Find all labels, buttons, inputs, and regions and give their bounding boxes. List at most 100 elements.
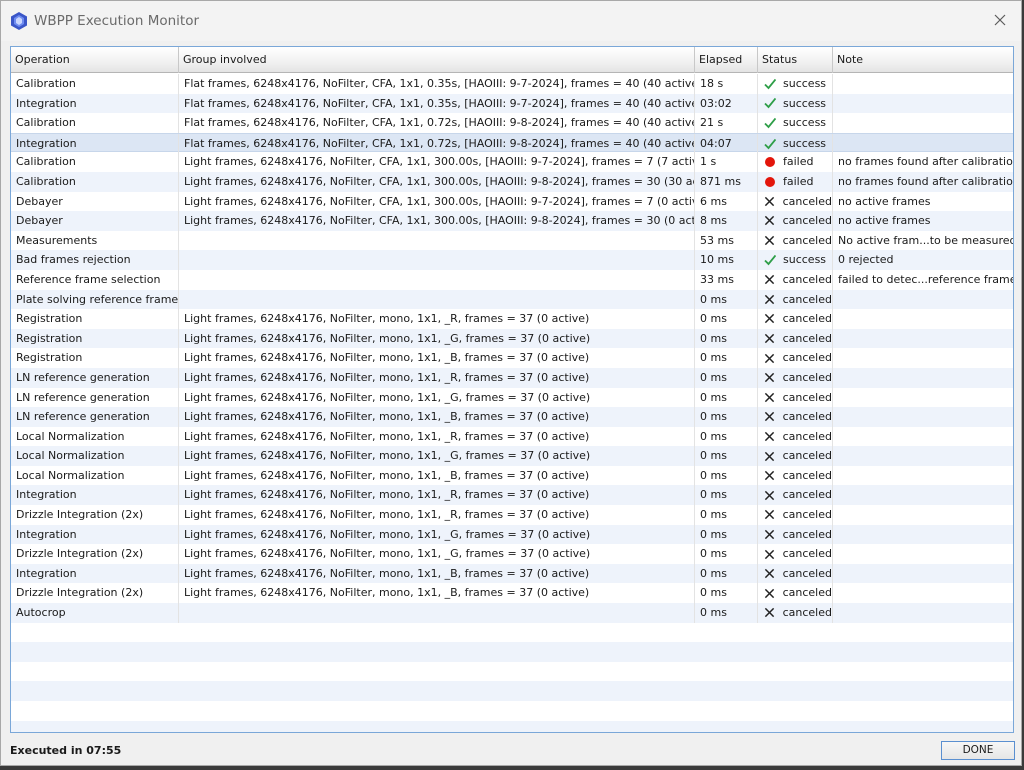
status-label: canceled [782, 370, 832, 384]
elapsed-cell: 0 ms [695, 583, 758, 604]
table-row[interactable]: Debayer Light frames, 6248x4176, NoFilter… [11, 211, 1013, 231]
x-icon [764, 470, 776, 482]
table-row[interactable]: Drizzle Integration (2x) Light frames, 62… [11, 583, 1013, 604]
operation-cell: Debayer [11, 211, 179, 231]
header-note[interactable]: Note [833, 47, 1013, 73]
note-cell: no frames found after calibration [833, 152, 1013, 172]
status-label: canceled [782, 586, 832, 600]
operation-cell: LN reference generation [11, 407, 179, 427]
operation-cell: Calibration [11, 152, 179, 172]
x-icon [764, 587, 776, 599]
status-cell: success [758, 133, 833, 154]
status-cell: canceled [758, 211, 833, 231]
operations-table[interactable]: Operation Group involved Elapsed Status … [10, 46, 1014, 733]
table-row[interactable]: Integration Flat frames, 6248x4176, NoFil… [11, 132, 1013, 154]
note-cell [833, 525, 1013, 545]
table-row[interactable]: Debayer Light frames, 6248x4176, NoFilter… [11, 191, 1013, 212]
empty-row [11, 701, 1013, 721]
status-cell: canceled [758, 367, 833, 388]
table-row[interactable]: Plate solving reference frames 0 ms cancel… [11, 289, 1013, 310]
empty-row [11, 642, 1013, 662]
table-row[interactable]: Registration Light frames, 6248x4176, NoF… [11, 328, 1013, 349]
table-row[interactable]: Integration Light frames, 6248x4176, NoFi… [11, 524, 1013, 545]
group-cell: Flat frames, 6248x4176, NoFilter, CFA, 1… [179, 74, 695, 94]
operation-cell: Bad frames rejection [11, 250, 179, 270]
elapsed-cell: 0 ms [695, 505, 758, 525]
note-cell [833, 329, 1013, 349]
table-row[interactable]: LN reference generation Light frames, 624… [11, 367, 1013, 388]
status-label: failed [783, 174, 814, 188]
table-row[interactable]: Registration Light frames, 6248x4176, NoF… [11, 348, 1013, 368]
elapsed-cell: 18 s [695, 74, 758, 94]
table-row[interactable]: Autocrop 0 ms canceled [11, 603, 1013, 623]
table-row[interactable]: LN reference generation Light frames, 624… [11, 387, 1013, 408]
done-button[interactable]: DONE [941, 741, 1015, 760]
red-dot-icon [764, 176, 776, 188]
table-row[interactable]: Calibration Light frames, 6248x4176, NoFi… [11, 152, 1013, 172]
note-cell: no active frames [833, 211, 1013, 231]
table-row[interactable]: Local Normalization Light frames, 6248x41… [11, 446, 1013, 466]
status-cell: canceled [758, 328, 833, 349]
status-cell: success [758, 93, 833, 114]
table-row[interactable]: Calibration Light frames, 6248x4176, NoFi… [11, 171, 1013, 192]
group-cell: Light frames, 6248x4176, NoFilter, mono,… [179, 583, 695, 604]
operation-cell: Integration [11, 93, 179, 114]
group-cell: Light frames, 6248x4176, NoFilter, mono,… [179, 505, 695, 525]
x-icon [764, 568, 776, 580]
operation-cell: Calibration [11, 113, 179, 133]
table-row[interactable]: Registration Light frames, 6248x4176, NoF… [11, 309, 1013, 329]
elapsed-cell: 21 s [695, 113, 758, 133]
close-button[interactable] [989, 9, 1011, 31]
table-row[interactable]: Measurements 53 ms canceled No active fram.… [11, 230, 1013, 251]
status-label: canceled [782, 390, 832, 404]
empty-row [11, 623, 1013, 643]
status-cell: canceled [758, 191, 833, 212]
table-row[interactable]: Local Normalization Light frames, 6248x41… [11, 465, 1013, 486]
table-row[interactable]: Local Normalization Light frames, 6248x41… [11, 426, 1013, 447]
table-row[interactable]: Calibration Flat frames, 6248x4176, NoFil… [11, 113, 1013, 133]
status-label: canceled [782, 233, 832, 247]
status-cell: success [758, 250, 833, 270]
header-group-involved[interactable]: Group involved [179, 47, 695, 73]
header-elapsed[interactable]: Elapsed [695, 47, 758, 73]
note-cell [833, 74, 1013, 94]
check-icon [764, 254, 776, 266]
group-cell: Flat frames, 6248x4176, NoFilter, CFA, 1… [179, 93, 695, 114]
status-label: success [783, 96, 827, 110]
table-row[interactable]: Reference frame selection 33 ms canceled fa… [11, 269, 1013, 290]
elapsed-cell: 6 ms [695, 191, 758, 212]
table-row[interactable]: Integration Flat frames, 6248x4176, NoFil… [11, 93, 1013, 114]
table-row[interactable]: Integration Light frames, 6248x4176, NoFi… [11, 485, 1013, 506]
status-label: canceled [782, 312, 832, 326]
header-operation[interactable]: Operation [11, 47, 179, 73]
table-row[interactable]: Integration Light frames, 6248x4176, NoFi… [11, 563, 1013, 584]
elapsed-cell: 33 ms [695, 269, 758, 290]
table-row[interactable]: Drizzle Integration (2x) Light frames, 62… [11, 505, 1013, 525]
x-icon [764, 548, 776, 560]
red-dot-icon [764, 156, 776, 168]
status-cell: canceled [758, 269, 833, 290]
table-row[interactable]: Calibration Flat frames, 6248x4176, NoFil… [11, 74, 1013, 94]
status-cell: canceled [758, 505, 833, 525]
elapsed-cell: 0 ms [695, 309, 758, 329]
status-label: canceled [782, 488, 832, 502]
table-row[interactable]: Drizzle Integration (2x) Light frames, 62… [11, 544, 1013, 564]
table-row[interactable]: Bad frames rejection 10 ms success 0 reject… [11, 250, 1013, 270]
group-cell: Light frames, 6248x4176, NoFilter, mono,… [179, 426, 695, 447]
status-cell: canceled [758, 485, 833, 506]
table-row[interactable]: LN reference generation Light frames, 624… [11, 407, 1013, 427]
header-status[interactable]: Status [758, 47, 833, 73]
operation-cell: Registration [11, 309, 179, 329]
note-cell [833, 290, 1013, 310]
note-cell: 0 rejected [833, 250, 1013, 270]
elapsed-cell: 0 ms [695, 289, 758, 310]
note-cell [833, 485, 1013, 505]
status-cell: canceled [758, 230, 833, 251]
elapsed-cell: 0 ms [695, 524, 758, 545]
x-icon [764, 489, 776, 501]
title-bar[interactable]: WBPP Execution Monitor [1, 1, 1021, 41]
elapsed-cell: 0 ms [695, 465, 758, 486]
status-label: canceled [782, 292, 832, 306]
operation-cell: Drizzle Integration (2x) [11, 505, 179, 525]
operation-cell: Reference frame selection [11, 269, 179, 290]
